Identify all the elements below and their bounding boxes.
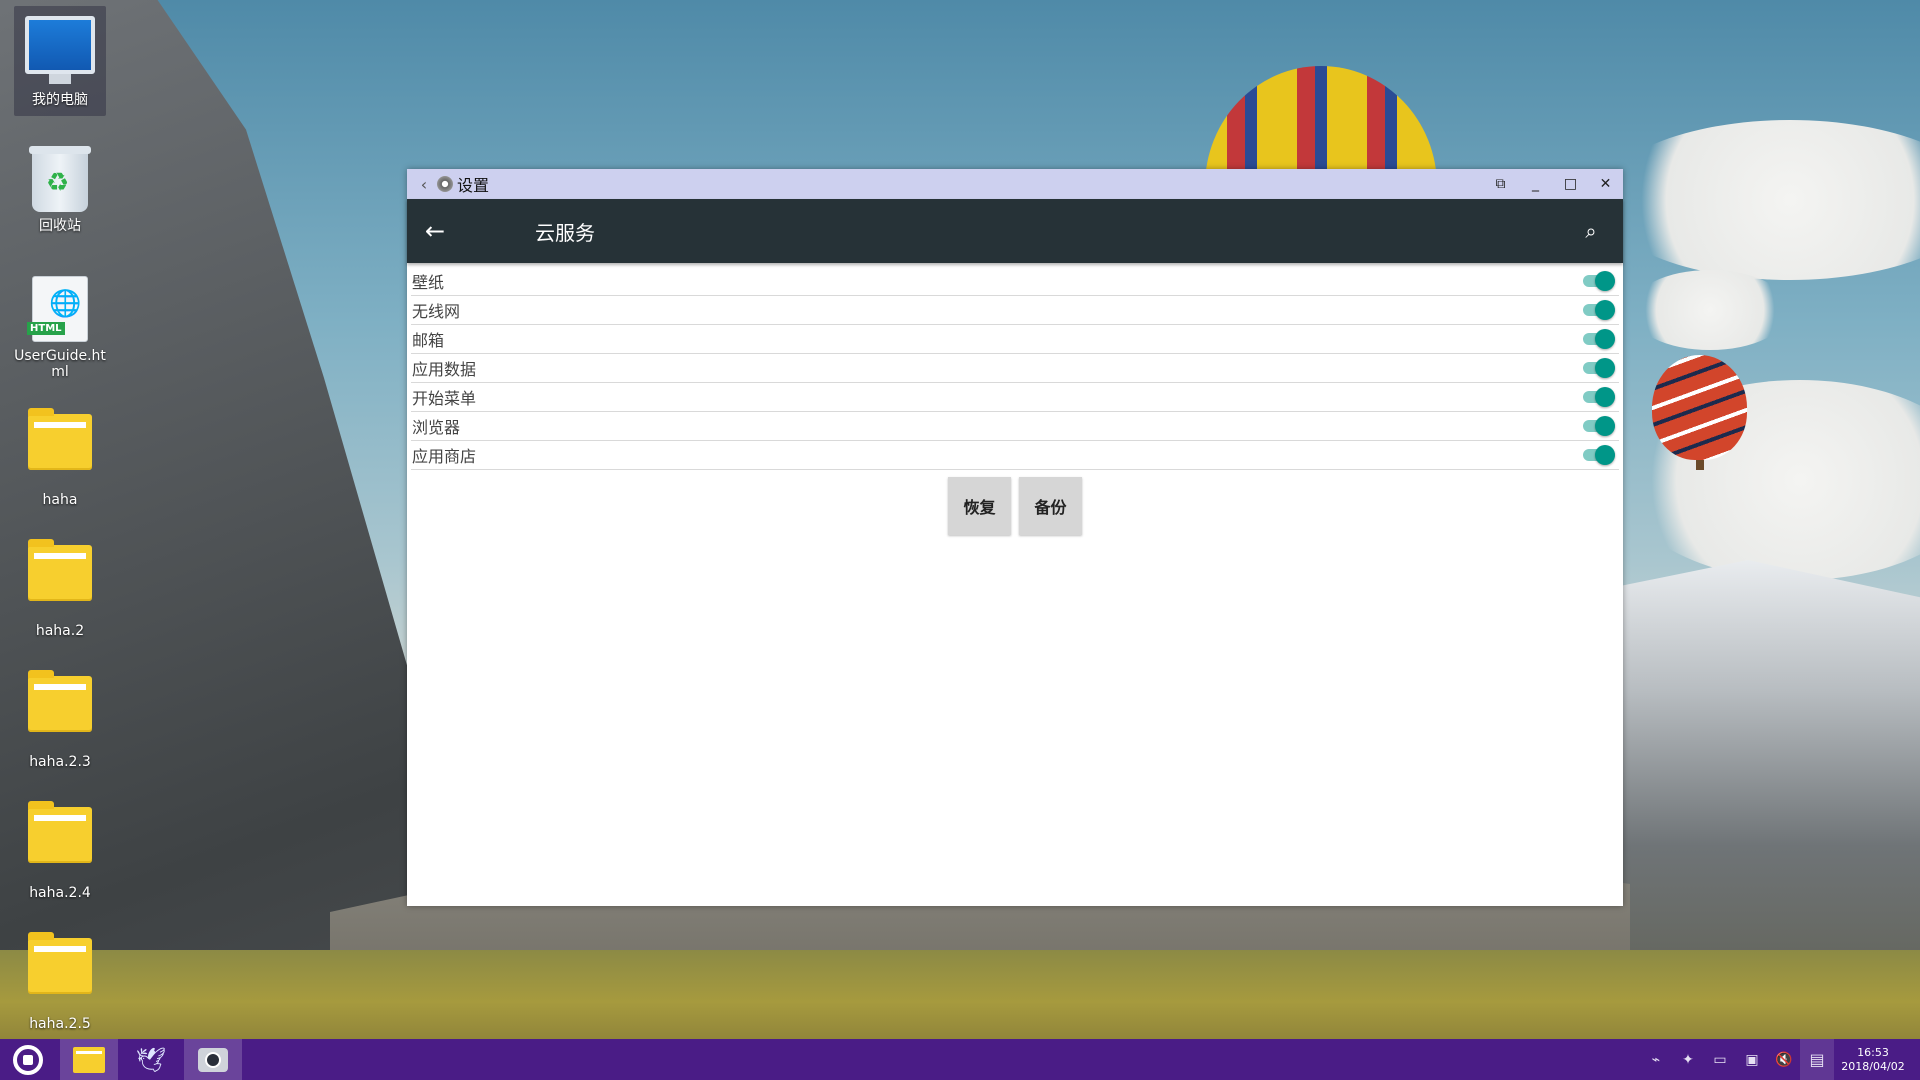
sync-row-wallpaper: 壁纸: [411, 267, 1619, 296]
display-icon[interactable]: ▣: [1736, 1052, 1768, 1068]
sync-row-app-data: 应用数据: [411, 354, 1619, 383]
sync-toggle-email[interactable]: [1583, 329, 1615, 349]
cloud: [1600, 120, 1920, 280]
desktop-icon-folder[interactable]: haha: [14, 408, 106, 508]
system-tray: ⌁ ✦ ▭ ▣ 🔇 ▤ 16:53 2018/04/02: [1640, 1039, 1920, 1080]
folder-icon: [28, 539, 92, 601]
balloon-basket: [1696, 460, 1704, 470]
taskbar-clock[interactable]: 16:53 2018/04/02: [1834, 1046, 1912, 1074]
settings-app-icon: [198, 1047, 228, 1072]
back-arrow-icon[interactable]: ←: [425, 217, 455, 245]
sync-row-start-menu: 开始菜单: [411, 383, 1619, 412]
window-titlebar[interactable]: ‹ 设置 ⧉ _ □ ✕: [407, 169, 1623, 199]
settings-gear-icon: [437, 176, 453, 192]
sync-item-label: 壁纸: [412, 273, 445, 292]
sync-row-browser: 浏览器: [411, 412, 1619, 441]
folder-icon: [73, 1046, 105, 1073]
desktop-icon-folder[interactable]: haha.2.5: [14, 932, 106, 1032]
sync-item-label: 应用商店: [412, 447, 477, 466]
desktop-icon-label: 回收站: [39, 218, 81, 234]
sync-item-label: 开始菜单: [412, 389, 477, 408]
hot-air-balloon: [1652, 355, 1747, 460]
clock-time: 16:53: [1857, 1045, 1889, 1059]
sync-row-app-store: 应用商店: [411, 441, 1619, 470]
sync-toggle-browser[interactable]: [1583, 416, 1615, 436]
folder-icon: [28, 408, 92, 470]
message-icon: ▤: [1809, 1050, 1825, 1069]
backup-button[interactable]: 备份: [1019, 477, 1082, 535]
desktop-icon-label: haha.2.5: [29, 1016, 91, 1032]
sync-toggle-wallpaper[interactable]: [1583, 271, 1615, 291]
desktop-icon-my-computer[interactable]: 我的电脑: [14, 6, 106, 116]
input-method-icon[interactable]: ✦: [1672, 1052, 1704, 1068]
page-title: 云服务: [535, 220, 595, 245]
taskbar: 🕊 ⌁ ✦ ▭ ▣ 🔇 ▤ 16:53 2018/04/02: [0, 1039, 1920, 1080]
action-buttons: 恢复 备份: [407, 477, 1623, 535]
desktop-icon-label: UserGuide.html: [14, 348, 106, 380]
window-maximize-button[interactable]: □: [1553, 176, 1588, 192]
sync-item-label: 邮箱: [412, 331, 445, 350]
desktop-icon-folder[interactable]: haha.2: [14, 539, 106, 639]
window-minimize-button[interactable]: _: [1518, 176, 1553, 192]
app-bar: ← 云服务 ⌕: [407, 199, 1623, 263]
taskbar-file-manager[interactable]: [60, 1039, 118, 1080]
start-button[interactable]: [0, 1039, 56, 1080]
sync-row-email: 邮箱: [411, 325, 1619, 354]
html-file-icon: 🌐 HTML: [27, 276, 88, 342]
battery-icon[interactable]: ▭: [1704, 1052, 1736, 1068]
sync-toggle-start-menu[interactable]: [1583, 387, 1615, 407]
folder-icon: [28, 801, 92, 863]
desktop-icon-userguide[interactable]: 🌐 HTML UserGuide.html: [14, 274, 106, 380]
window-back-button[interactable]: ‹: [413, 175, 435, 194]
cloud-sync-list: 壁纸 无线网 邮箱 应用数据 开始菜单 浏览器 应用商店: [411, 267, 1619, 470]
computer-icon: [25, 16, 95, 84]
taskbar-settings-app[interactable]: [184, 1039, 242, 1080]
bird-icon: 🕊: [135, 1045, 167, 1074]
search-icon[interactable]: ⌕: [1573, 219, 1609, 243]
network-icon[interactable]: ⌁: [1640, 1052, 1672, 1068]
sync-row-wifi: 无线网: [411, 296, 1619, 325]
restore-button[interactable]: 恢复: [948, 477, 1011, 535]
desktop-icon-folder[interactable]: haha.2.4: [14, 801, 106, 901]
recycle-bin-icon: ♻: [29, 146, 91, 212]
cloud: [1630, 270, 1790, 350]
window-title: 设置: [457, 176, 490, 195]
volume-muted-icon[interactable]: 🔇: [1768, 1052, 1800, 1068]
desktop-icon-label: haha.2.4: [29, 885, 91, 901]
sync-toggle-app-store[interactable]: [1583, 445, 1615, 465]
settings-window: ‹ 设置 ⧉ _ □ ✕ ← 云服务 ⌕ 壁纸 无线网 邮箱 应用数据 开始菜单: [407, 169, 1623, 906]
sync-toggle-app-data[interactable]: [1583, 358, 1615, 378]
folder-icon: [28, 932, 92, 994]
sync-toggle-wifi[interactable]: [1583, 300, 1615, 320]
notification-center-button[interactable]: ▤: [1800, 1039, 1834, 1080]
desktop-icon-label: haha.2: [35, 623, 85, 639]
window-close-button[interactable]: ✕: [1588, 176, 1623, 192]
taskbar-bird-app[interactable]: 🕊: [122, 1039, 180, 1080]
sync-item-label: 无线网: [412, 302, 461, 321]
start-logo-icon: [13, 1044, 43, 1075]
sync-item-label: 浏览器: [412, 418, 461, 437]
desktop-icon-label: 我的电脑: [32, 92, 88, 108]
folder-icon: [28, 670, 92, 732]
window-pin-button[interactable]: ⧉: [1483, 176, 1518, 192]
desktop-icon-recycle-bin[interactable]: ♻ 回收站: [14, 146, 106, 234]
desktop-icon-label: haha: [42, 492, 78, 508]
desktop-icon-label: haha.2.3: [29, 754, 91, 770]
clock-date: 2018/04/02: [1841, 1059, 1905, 1073]
sync-item-label: 应用数据: [412, 360, 477, 379]
desktop-icon-folder[interactable]: haha.2.3: [14, 670, 106, 770]
